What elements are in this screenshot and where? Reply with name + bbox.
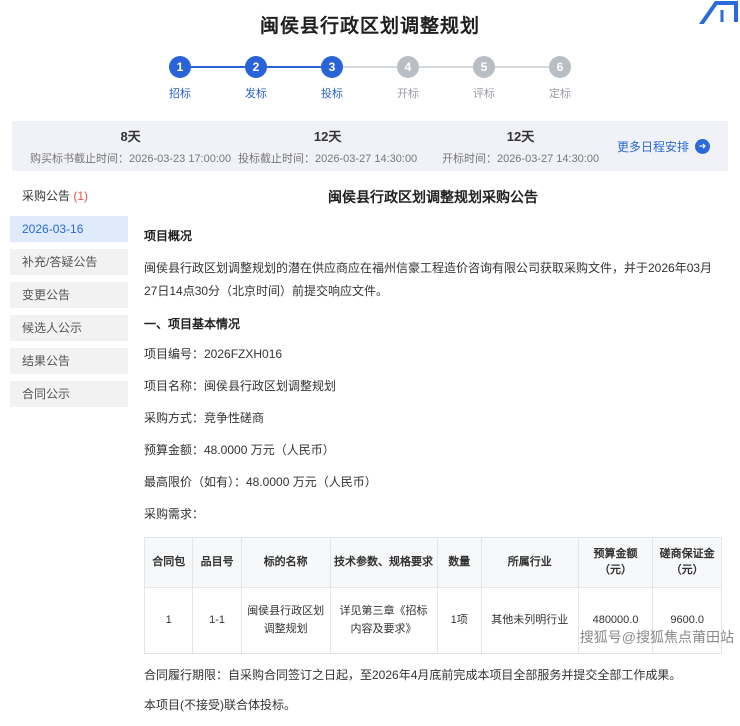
- announcement-sidebar: 采购公告 (1) 2026-03-16 补充/答疑公告 变更公告 候选人公示 结…: [10, 183, 128, 726]
- days-remaining: 12天: [314, 126, 341, 145]
- step-4-circle: 4: [397, 56, 419, 78]
- step-6-label: 定标: [549, 85, 571, 101]
- col-contract-package: 合同包: [145, 537, 193, 587]
- sidebar-item-change-notice[interactable]: 变更公告: [10, 282, 128, 308]
- timeline-item-bid-opening: 12天 开标时间：2026-03-27 14:30:00: [424, 126, 617, 166]
- step-3-circle: 3: [321, 56, 343, 78]
- step-dingbiao: 6 定标: [522, 56, 598, 101]
- step-2-label: 发标: [245, 85, 267, 101]
- deadline-label: 开标时间：: [442, 153, 497, 165]
- table-header-row: 合同包 品目号 标的名称 技术参数、规格要求 数量 所属行业 预算金额（元） 磋…: [145, 537, 722, 587]
- field-procurement-demand: 采购需求：: [144, 505, 722, 522]
- sidebar-item-label: 采购公告: [22, 189, 70, 203]
- step-kaibiao: 4 开标: [370, 56, 446, 101]
- step-4-label: 开标: [397, 85, 419, 101]
- col-quantity: 数量: [437, 537, 481, 587]
- progress-stepper: 1 招标 2 发标 3 投标 4 开标 5 评标 6 定标: [0, 48, 740, 117]
- more-schedule-label: 更多日程安排: [617, 138, 689, 155]
- deadline-label: 购买标书截止时间：: [30, 153, 129, 165]
- step-5-circle: 5: [473, 56, 495, 78]
- step-6-circle: 6: [549, 56, 571, 78]
- timeline-item-bid-deadline: 12天 投标截止时间：2026-03-27 14:30:00: [231, 126, 424, 166]
- cell-tech-specs: 详见第三章《招标内容及要求》: [330, 587, 437, 653]
- step-pingbiao: 5 评标: [446, 56, 522, 101]
- step-5-label: 评标: [473, 85, 495, 101]
- arrow-right-icon: ➜: [695, 139, 710, 154]
- col-tech-specs: 技术参数、规格要求: [330, 537, 437, 587]
- schedule-bar: 8天 购买标书截止时间：2026-03-23 17:00:00 12天 投标截止…: [12, 121, 728, 171]
- contract-period-text: 合同履行期限：自采购合同签订之日起，至2026年4月底前完成本项目全部服务并提交…: [144, 666, 722, 683]
- field-project-number: 项目编号：2026FZXH016: [144, 345, 722, 362]
- days-remaining: 8天: [120, 126, 140, 145]
- basic-info-heading: 一、项目基本情况: [144, 315, 722, 332]
- field-project-name: 项目名称：闽侯县行政区划调整规划: [144, 377, 722, 394]
- col-subject-name: 标的名称: [241, 537, 330, 587]
- sidebar-item-result-notice[interactable]: 结果公告: [10, 348, 128, 374]
- step-zhaobiao: 1 招标: [142, 56, 218, 101]
- cell-item-number: 1-1: [193, 587, 241, 653]
- deadline-text: 投标截止时间：2026-03-27 14:30:00: [238, 150, 417, 166]
- sidebar-item-supplement-notice[interactable]: 补充/答疑公告: [10, 249, 128, 275]
- days-remaining: 12天: [507, 126, 534, 145]
- sidebar-item-procurement-notice[interactable]: 采购公告 (1): [10, 183, 128, 209]
- step-2-circle: 2: [245, 56, 267, 78]
- page-title: 闽侯县行政区划调整规划: [260, 11, 480, 38]
- announcement-title: 闽侯县行政区划调整规划采购公告: [144, 187, 722, 207]
- cell-industry: 其他未列明行业: [481, 587, 578, 653]
- notice-count-badge: (1): [73, 189, 88, 203]
- step-3-label: 投标: [321, 85, 343, 101]
- step-fabiao: 2 发标: [218, 56, 294, 101]
- col-deposit: 磋商保证金（元）: [653, 537, 722, 587]
- sohu-watermark: 搜狐号@搜狐焦点莆田站: [580, 627, 734, 647]
- deadline-text: 购买标书截止时间：2026-03-23 17:00:00: [30, 150, 231, 166]
- cell-quantity: 1项: [437, 587, 481, 653]
- deadline-text: 开标时间：2026-03-27 14:30:00: [442, 150, 599, 166]
- sidebar-item-contract-publicity[interactable]: 合同公示: [10, 381, 128, 407]
- sidebar-item-candidate-publicity[interactable]: 候选人公示: [10, 315, 128, 341]
- step-1-label: 招标: [169, 85, 191, 101]
- field-budget-amount: 预算金额：48.0000 万元（人民币）: [144, 441, 722, 458]
- page-header: 闽侯县行政区划调整规划: [0, 0, 740, 48]
- deadline-label: 投标截止时间：: [238, 153, 315, 165]
- step-1-circle: 1: [169, 56, 191, 78]
- col-budget: 预算金额（元）: [578, 537, 653, 587]
- field-procurement-method: 采购方式：竞争性磋商: [144, 409, 722, 426]
- sidebar-item-date-2026-03-16[interactable]: 2026-03-16: [10, 216, 128, 242]
- field-max-price: 最高限价（如有）：48.0000 万元（人民币）: [144, 473, 722, 490]
- overview-heading: 项目概况: [144, 227, 722, 244]
- deadline-time: 2026-03-27 14:30:00: [497, 153, 599, 165]
- corner-logo-fragment-icon: [694, 0, 740, 29]
- cell-contract-package: 1: [145, 587, 193, 653]
- cell-subject-name: 闽侯县行政区划调整规划: [241, 587, 330, 653]
- deadline-time: 2026-03-27 14:30:00: [315, 153, 417, 165]
- timeline-item-doc-purchase-deadline: 8天 购买标书截止时间：2026-03-23 17:00:00: [30, 126, 231, 166]
- more-schedule-link[interactable]: 更多日程安排 ➜: [617, 138, 710, 155]
- col-item-number: 品目号: [193, 537, 241, 587]
- overview-paragraph: 闽侯县行政区划调整规划的潜在供应商应在福州信豪工程造价咨询有限公司获取采购文件，…: [144, 257, 722, 303]
- deadline-time: 2026-03-23 17:00:00: [129, 153, 231, 165]
- col-industry: 所属行业: [481, 537, 578, 587]
- joint-bid-text: 本项目(不接受)联合体投标。: [144, 696, 722, 713]
- step-toubiao: 3 投标: [294, 56, 370, 101]
